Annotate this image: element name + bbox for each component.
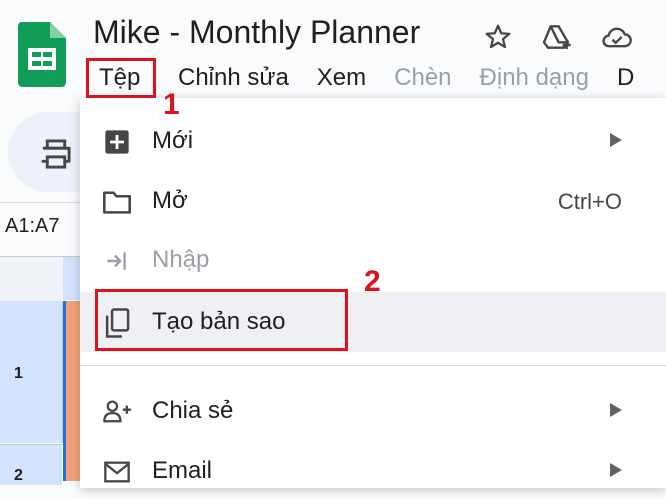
cloud-saved-icon[interactable] [600, 20, 634, 54]
new-plus-icon [102, 127, 132, 157]
name-box[interactable]: A1:A7 [5, 215, 59, 238]
toolbar-divider [0, 202, 80, 203]
menu-data[interactable]: D [603, 58, 648, 98]
add-person-icon [102, 397, 132, 427]
menu-item-email[interactable]: Email [80, 443, 666, 499]
menu-divider [80, 365, 666, 366]
menu-item-label: Email [152, 457, 213, 484]
document-title[interactable]: Mike - Monthly Planner [93, 14, 420, 51]
menu-edit[interactable]: Chỉnh sửa [164, 58, 303, 98]
selected-cell-range[interactable] [63, 301, 80, 481]
import-icon [102, 246, 132, 276]
folder-icon [102, 187, 132, 217]
menu-item-open[interactable]: Mở Ctrl+O [80, 173, 666, 229]
annotation-step-1: 1 [163, 88, 180, 121]
menu-file[interactable]: Tệp [86, 58, 156, 98]
menu-insert[interactable]: Chèn [380, 58, 465, 98]
menu-item-label: Nhập [152, 246, 210, 273]
menu-item-label: Mới [152, 127, 194, 154]
column-a-header[interactable] [63, 257, 80, 300]
submenu-arrow-icon [610, 133, 622, 147]
row-number: 1 [14, 365, 23, 382]
annotation-step-2: 2 [364, 265, 381, 298]
print-icon[interactable] [38, 138, 74, 170]
shortcut-label: Ctrl+O [557, 189, 622, 214]
annotation-highlight-box [95, 289, 348, 351]
submenu-arrow-icon [610, 463, 622, 477]
row-number: 2 [14, 467, 23, 484]
mail-icon [102, 457, 132, 487]
row-header-1[interactable]: 1 [0, 301, 63, 443]
menu-format[interactable]: Định dạng [466, 58, 603, 98]
menu-item-label: Chia sẻ [152, 397, 234, 424]
google-sheets-logo-icon[interactable] [18, 22, 66, 87]
submenu-arrow-icon [610, 403, 622, 417]
menu-view[interactable]: Xem [303, 58, 380, 98]
star-icon[interactable] [481, 20, 515, 54]
move-to-drive-icon[interactable] [539, 20, 573, 54]
menu-item-label: Mở [152, 187, 188, 214]
menu-item-share[interactable]: Chia sẻ [80, 383, 666, 439]
